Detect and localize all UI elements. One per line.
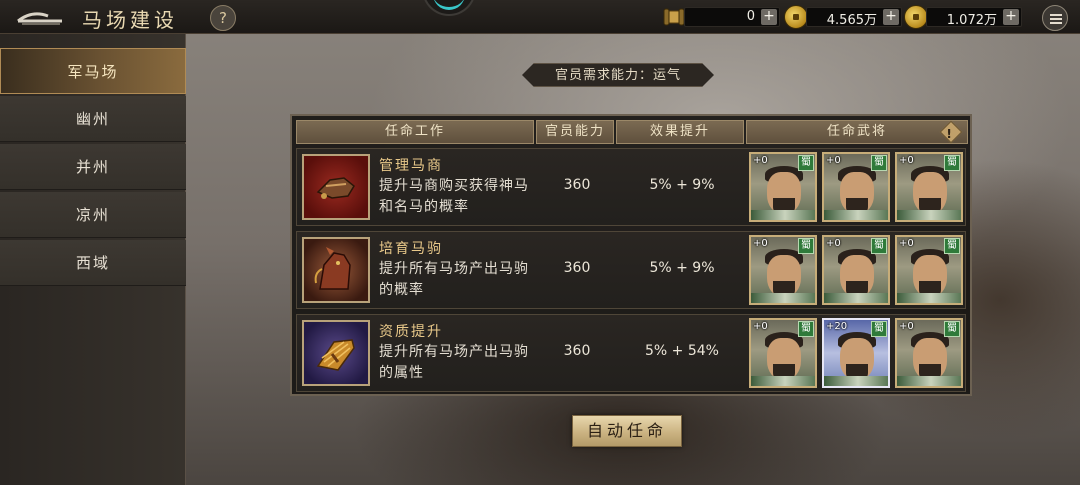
- effect-value: 5% + 9%: [649, 260, 715, 276]
- center-ornament: [422, 0, 476, 16]
- requirement-label: 官员需求能力：运气: [522, 63, 714, 87]
- back-button[interactable]: [14, 6, 66, 28]
- general-slot[interactable]: +0 蜀: [749, 152, 817, 222]
- table-row: 资质提升 提升所有马场产出马驹的属性 360 5% + 54% +0 蜀 +20…: [296, 314, 966, 392]
- task-name: 培育马驹: [379, 241, 443, 257]
- back-arrow-icon: [17, 12, 62, 25]
- resource-scroll: 0 +: [684, 7, 780, 27]
- kingdom-badge: 蜀: [871, 155, 887, 171]
- sidebar-item-xiyu[interactable]: 西域: [0, 240, 186, 286]
- page-title: 马场建设: [82, 8, 178, 32]
- header-task: 任命工作: [296, 120, 534, 144]
- ability-value: 360: [563, 177, 591, 193]
- task-name: 管理马商: [379, 158, 443, 174]
- add-scroll-button[interactable]: +: [761, 9, 777, 25]
- resource-scroll-value: 0: [746, 9, 755, 24]
- general-slot[interactable]: +0 蜀: [749, 318, 817, 388]
- kingdom-badge: 蜀: [871, 321, 887, 337]
- general-slot[interactable]: +0 蜀: [895, 318, 963, 388]
- resource-copper: 4.565万 +: [806, 7, 902, 28]
- hay-bundle-icon: [302, 320, 370, 386]
- resource-gold-value: 1.072万: [946, 13, 997, 28]
- sidebar: 军马场 幽州 并州 凉州 西域: [0, 34, 186, 485]
- general-slot[interactable]: +0 蜀: [895, 152, 963, 222]
- header-effect: 效果提升: [616, 120, 744, 144]
- general-level: +0: [899, 238, 914, 249]
- kingdom-badge: 蜀: [944, 321, 960, 337]
- task-description: 提升所有马场产出马驹的属性: [379, 344, 529, 381]
- table-row: 管理马商 提升马商购买获得神马和名马的概率 360 5% + 9% +0 蜀 +…: [296, 148, 966, 226]
- general-level: +0: [753, 155, 768, 166]
- sidebar-item-bingzhou[interactable]: 并州: [0, 144, 186, 190]
- kingdom-badge: 蜀: [798, 155, 814, 171]
- kingdom-badge: 蜀: [944, 155, 960, 171]
- sidebar-item-junmachang[interactable]: 军马场: [0, 48, 186, 94]
- ability-value: 360: [563, 260, 591, 276]
- help-button[interactable]: ?: [210, 5, 236, 31]
- gold-coin-icon: [904, 5, 928, 29]
- general-level: +0: [826, 155, 841, 166]
- task-description: 提升马商购买获得神马和名马的概率: [379, 178, 529, 215]
- add-gold-button[interactable]: +: [1003, 9, 1019, 25]
- general-level: +0: [826, 238, 841, 249]
- ability-value: 360: [563, 343, 591, 359]
- general-level: +0: [753, 238, 768, 249]
- sidebar-item-liangzhou[interactable]: 凉州: [0, 192, 186, 238]
- general-slot[interactable]: +0 蜀: [822, 235, 890, 305]
- table-row: 培育马驹 提升所有马场产出马驹的概率 360 5% + 9% +0 蜀 +0 蜀…: [296, 231, 966, 309]
- header-generals: 任命武将: [746, 120, 968, 144]
- header-ability: 官员能力: [536, 120, 614, 144]
- top-bar: 马场建设 ? 0 + 4.565万 + 1.072万 +: [0, 0, 1080, 34]
- task-name: 资质提升: [379, 324, 443, 340]
- sidebar-item-youzhou[interactable]: 幽州: [0, 96, 186, 142]
- add-copper-button[interactable]: +: [883, 9, 899, 25]
- general-level: +0: [753, 321, 768, 332]
- effect-value: 5% + 54%: [645, 343, 719, 359]
- info-icon[interactable]: [939, 120, 963, 144]
- resource-copper-value: 4.565万: [826, 13, 877, 28]
- auto-appoint-button[interactable]: 自动任命: [572, 415, 682, 447]
- general-slot[interactable]: +0 蜀: [822, 152, 890, 222]
- general-slot[interactable]: +20 蜀: [822, 318, 890, 388]
- general-level: +20: [826, 321, 848, 332]
- header-generals-label: 任命武将: [826, 124, 887, 139]
- scroll-icon: [663, 8, 685, 26]
- general-slot[interactable]: +0 蜀: [749, 235, 817, 305]
- copper-coin-icon: [784, 5, 808, 29]
- kingdom-badge: 蜀: [798, 321, 814, 337]
- kingdom-badge: 蜀: [798, 238, 814, 254]
- appointment-panel: 任命工作 官员能力 效果提升 任命武将 管理马商 提升马商购买获得神马和名马的概…: [290, 114, 972, 396]
- general-slot[interactable]: +0 蜀: [895, 235, 963, 305]
- general-level: +0: [899, 155, 914, 166]
- horse-icon: [302, 237, 370, 303]
- task-description: 提升所有马场产出马驹的概率: [379, 261, 529, 298]
- effect-value: 5% + 9%: [649, 177, 715, 193]
- kingdom-badge: 蜀: [871, 238, 887, 254]
- general-level: +0: [899, 321, 914, 332]
- saddle-icon: [302, 154, 370, 220]
- resource-gold: 1.072万 +: [926, 7, 1022, 28]
- kingdom-badge: 蜀: [944, 238, 960, 254]
- menu-button[interactable]: [1042, 5, 1068, 31]
